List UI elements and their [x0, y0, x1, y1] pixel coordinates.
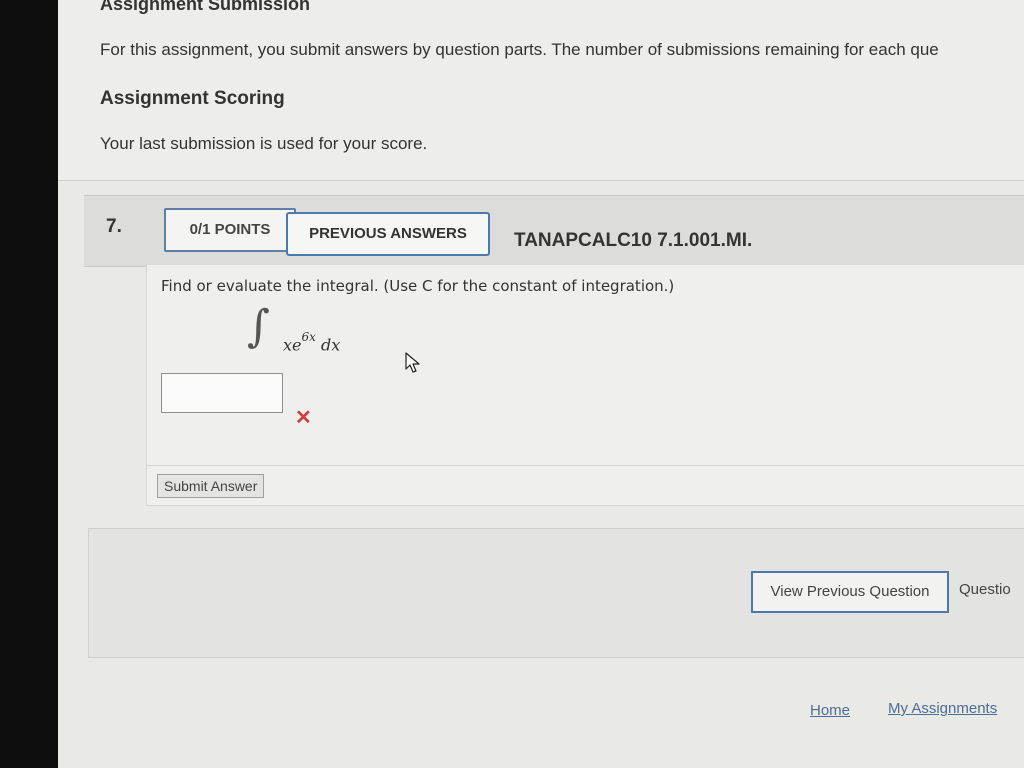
points-button[interactable]: 0/1 POINTS: [164, 208, 296, 252]
problem-code: TANAPCALC10 7.1.001.MI.: [514, 230, 753, 251]
integrand-base: xe: [283, 335, 302, 355]
integrand: xe6x dx: [283, 330, 341, 355]
assignment-scoring-text: Your last submission is used for your sc…: [100, 134, 428, 153]
question-number: 7.: [106, 216, 122, 237]
question-navigation: View Previous Question Questio: [88, 528, 1024, 658]
assignment-submission-text: For this assignment, you submit answers …: [100, 40, 939, 59]
assignment-submission-title: Assignment Submission: [100, 0, 311, 14]
assignment-scoring-heading: Assignment Scoring: [100, 88, 285, 109]
integral-sign: ∫: [247, 301, 270, 352]
screen: Assignment Submission For this assignmen…: [58, 0, 1024, 768]
question-body: Find or evaluate the integral. (Use C fo…: [146, 265, 1024, 506]
home-link[interactable]: Home: [810, 702, 850, 719]
answer-input[interactable]: [161, 373, 283, 413]
submit-row: Submit Answer: [147, 465, 1024, 506]
my-assignments-link[interactable]: My Assignments: [888, 700, 997, 717]
submit-answer-button[interactable]: Submit Answer: [157, 474, 265, 498]
x-mark-icon: ✕: [295, 407, 312, 429]
question-header: 7. 0/1 POINTS PREVIOUS ANSWERS TANAPCALC…: [84, 195, 1024, 267]
integral-differential: dx: [321, 335, 341, 355]
mouse-pointer-icon: [405, 352, 420, 373]
integrand-exponent: 6x: [301, 330, 316, 344]
next-question-button[interactable]: Questio: [959, 571, 1011, 613]
previous-answers-button[interactable]: PREVIOUS ANSWERS: [286, 212, 490, 256]
assignment-info-panel: Assignment Submission For this assignmen…: [58, 0, 1024, 181]
question-prompt: Find or evaluate the integral. (Use C fo…: [161, 277, 675, 295]
view-previous-question-button[interactable]: View Previous Question: [751, 571, 949, 613]
